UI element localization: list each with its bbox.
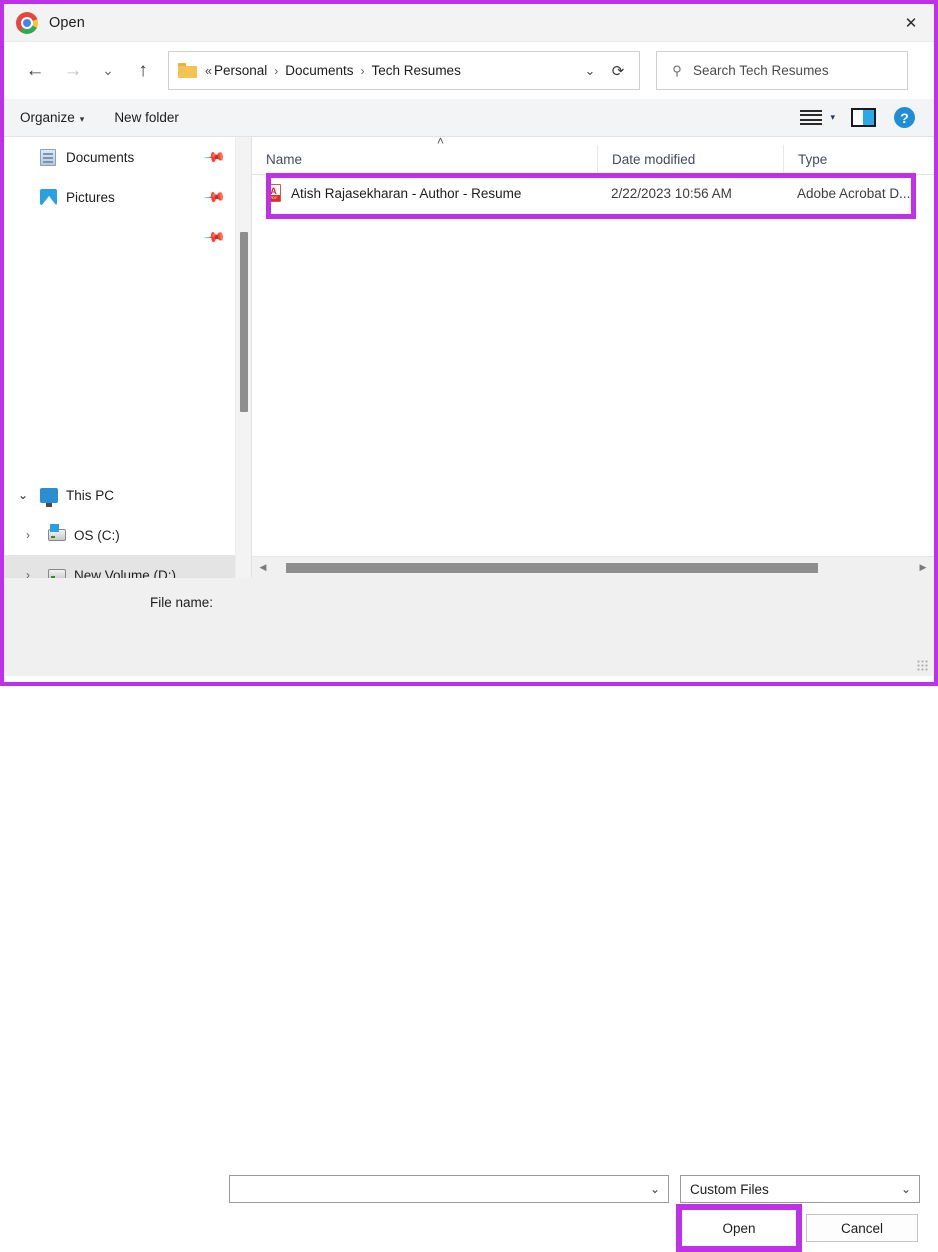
file-type-value: Custom Files <box>690 1181 769 1197</box>
pictures-icon <box>40 189 66 205</box>
forward-button[interactable]: → <box>54 53 92 89</box>
new-folder-button[interactable]: New folder <box>114 110 179 125</box>
dialog-title: Open <box>49 14 85 31</box>
chrome-icon <box>16 11 38 34</box>
breadcrumb-separator: › <box>360 63 365 78</box>
chevron-down-icon[interactable]: ⌄ <box>642 1182 668 1196</box>
search-placeholder: Search Tech Resumes <box>693 63 829 78</box>
scroll-left-icon[interactable]: ◀ <box>252 562 274 573</box>
recent-locations-button[interactable]: ⌄ <box>92 53 124 89</box>
command-bar-right: ▾ ? <box>800 107 924 128</box>
open-button[interactable]: Open <box>686 1214 792 1242</box>
view-options-icon[interactable] <box>800 109 823 126</box>
sidebar-scrollbar-thumb[interactable] <box>240 232 248 412</box>
column-header-type[interactable]: Type <box>783 145 934 174</box>
breadcrumb: « Personal › Documents › Tech Resumes <box>205 63 577 78</box>
sidebar-item-this-pc[interactable]: ⌄ This PC <box>4 475 251 515</box>
horizontal-scrollbar-track[interactable] <box>274 557 912 579</box>
breadcrumb-separator: › <box>274 63 279 78</box>
file-type-select[interactable]: Custom Files ⌄ <box>680 1175 920 1203</box>
dialog-footer: File name: ⌄ Custom Files ⌄ Open Cancel <box>4 578 934 1252</box>
folder-icon <box>178 63 197 78</box>
chevron-down-icon: ▾ <box>79 114 85 124</box>
sidebar-item-extra-pin[interactable]: 📌 <box>4 217 251 257</box>
file-list-pane: ˄ Name Date modified Type A PDF Atish Ra… <box>252 134 934 578</box>
file-name-cell: A PDF Atish Rajasekharan - Author - Resu… <box>252 175 597 211</box>
search-icon: ⚲ <box>672 62 682 78</box>
breadcrumb-item-personal[interactable]: Personal <box>214 63 267 78</box>
address-bar[interactable]: « Personal › Documents › Tech Resumes ⌄ … <box>168 51 640 90</box>
horizontal-scrollbar[interactable]: ◀ ▶ <box>252 556 934 578</box>
pdf-icon-tag: PDF <box>267 195 280 201</box>
pin-icon[interactable]: 📌 <box>202 145 227 169</box>
horizontal-scrollbar-thumb[interactable] <box>286 562 818 573</box>
column-header-name[interactable]: Name <box>252 145 597 174</box>
scroll-right-icon[interactable]: ▶ <box>912 562 934 573</box>
sidebar-item-label: Documents <box>66 149 135 165</box>
navigation-bar: ← → ⌄ ↑ « Personal › Documents › Tech Re… <box>4 42 934 99</box>
breadcrumb-item-documents[interactable]: Documents <box>285 63 353 78</box>
cancel-button[interactable]: Cancel <box>806 1214 918 1242</box>
sidebar-item-label: OS (C:) <box>74 527 120 543</box>
column-headers: Name Date modified Type <box>252 145 934 175</box>
drive-icon <box>48 569 74 578</box>
table-row[interactable]: A PDF Atish Rajasekharan - Author - Resu… <box>252 175 934 211</box>
chevron-right-icon[interactable]: › <box>26 568 48 578</box>
title-bar: Open ✕ <box>4 4 934 42</box>
navigation-pane: Documents 📌 Pictures 📌 📌 ⌄ This PC › OS … <box>4 137 252 578</box>
breadcrumb-item-tech-resumes[interactable]: Tech Resumes <box>372 63 461 78</box>
file-name-input[interactable]: ⌄ <box>229 1175 669 1203</box>
open-file-dialog: Open ✕ ← → ⌄ ↑ « Personal › Documents › … <box>0 0 938 1252</box>
back-button[interactable]: ← <box>16 53 54 89</box>
refresh-icon[interactable]: ⟳ <box>603 62 633 80</box>
file-name-label: File name: <box>150 595 214 610</box>
sidebar-item-label: Pictures <box>66 189 115 205</box>
organize-label: Organize <box>20 110 75 125</box>
chevron-down-icon[interactable]: ⌄ <box>577 63 603 79</box>
drive-icon <box>48 524 74 541</box>
file-type-cell: Adobe Acrobat D... <box>797 185 911 201</box>
file-date-cell: 2/22/2023 10:56 AM <box>611 185 732 201</box>
sidebar-item-label: This PC <box>66 487 115 503</box>
file-name-label: Atish Rajasekharan - Author - Resume <box>291 185 522 201</box>
dialog-body: Documents 📌 Pictures 📌 📌 ⌄ This PC › OS … <box>4 134 934 578</box>
sort-ascending-icon: ˄ <box>437 134 445 148</box>
search-input[interactable]: ⚲ Search Tech Resumes <box>656 51 908 90</box>
pin-icon[interactable]: 📌 <box>202 185 227 209</box>
pin-icon[interactable]: 📌 <box>202 225 227 249</box>
chevron-down-icon[interactable]: ⌄ <box>18 488 40 502</box>
sidebar-item-new-volume-d[interactable]: › New Volume (D:) <box>4 555 251 578</box>
pdf-icon: A PDF <box>266 184 281 202</box>
chevron-right-icon[interactable]: › <box>26 528 48 542</box>
sidebar-item-label: New Volume (D:) <box>74 567 177 579</box>
command-bar: Organize ▾ New folder ▾ ? <box>4 99 934 137</box>
this-pc-icon <box>40 487 66 507</box>
sidebar-item-pictures[interactable]: Pictures 📌 <box>4 177 251 217</box>
sidebar-item-os-c[interactable]: › OS (C:) <box>4 515 251 555</box>
file-rows: A PDF Atish Rajasekharan - Author - Resu… <box>252 173 934 556</box>
chevron-down-icon[interactable]: ⌄ <box>893 1182 919 1196</box>
breadcrumb-overflow-icon[interactable]: « <box>205 64 212 78</box>
documents-icon <box>40 148 66 166</box>
resize-grip[interactable] <box>917 660 929 672</box>
organize-button[interactable]: Organize ▾ <box>20 110 84 125</box>
help-icon[interactable]: ? <box>894 107 915 128</box>
sort-indicator: ˄ <box>252 134 934 148</box>
preview-pane-icon[interactable] <box>851 108 876 127</box>
column-header-date-modified[interactable]: Date modified <box>597 145 783 174</box>
up-button[interactable]: ↑ <box>124 53 162 89</box>
close-button[interactable]: ✕ <box>888 4 934 41</box>
sidebar-scrollbar[interactable] <box>235 137 251 578</box>
sidebar-item-documents[interactable]: Documents 📌 <box>4 137 251 177</box>
chevron-down-icon[interactable]: ▾ <box>830 112 835 123</box>
